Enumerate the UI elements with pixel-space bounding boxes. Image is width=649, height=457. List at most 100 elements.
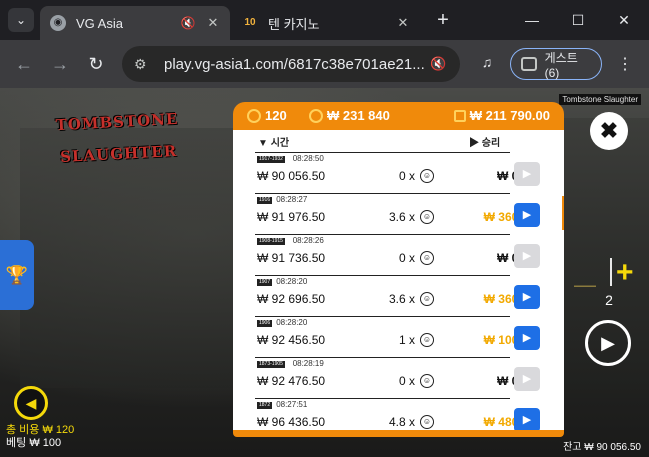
tab-vg-asia[interactable]: ◉ VG Asia 🔇 ✕ (40, 6, 230, 40)
scrollbar[interactable] (562, 196, 564, 230)
bet-summary: 총 비용 ₩ 120 베팅 ₩ 100 (6, 424, 74, 450)
history-row: 1873-190508:28:19₩ 92 476.500 x☺₩ 0.00▶ (255, 357, 545, 399)
multiplier: 3.6 x (388, 292, 415, 306)
multiplier: 0 x (398, 374, 415, 388)
time-column-header[interactable]: ▼ 시간 (258, 134, 289, 149)
total-amount-value: ₩ 231 840 (327, 108, 390, 123)
balance-amount: ₩ 91 736.50 (257, 251, 326, 265)
multiplier: 3.6 x (388, 210, 415, 224)
sound-button[interactable]: ◀ (14, 386, 48, 420)
smiley-coin-icon: ☺ (420, 333, 434, 347)
balance-amount: ₩ 90 056.50 (257, 169, 326, 183)
history-row: 1872 08:27:51 ₩ 96 436.50 4.8 x ☺ ₩ 480.00 ▶ (255, 398, 545, 430)
replay-button[interactable]: ▶ (514, 244, 540, 268)
globe-icon: ◉ (50, 15, 66, 31)
bet-value: ₩ 100 (29, 437, 62, 449)
row-separator (255, 193, 510, 194)
muted-site-icon[interactable]: 🔇 (430, 56, 448, 72)
smiley-coin-icon: ☺ (420, 374, 434, 388)
replay-button[interactable]: ▶ (514, 203, 540, 227)
round-range: 1873-1905 (257, 361, 285, 368)
person-card-icon (521, 57, 537, 71)
history-row: 1908-191508:28:26₩ 91 736.500 x☺₩ 0.00▶ (255, 234, 545, 276)
play-button[interactable]: ▶ (585, 320, 631, 366)
total-amount: ₩ 231 840 (309, 108, 390, 123)
round-time: 08:28:19 (292, 359, 324, 368)
win-column-header[interactable]: ▶ 승리 (469, 134, 500, 149)
minimize-icon[interactable]: — (522, 10, 542, 30)
column-headers: ▼ 시간 ▶ 승리 (233, 130, 564, 149)
balance-amount: ₩ 92 476.50 (257, 374, 326, 388)
play-icon: ▶ (601, 333, 615, 353)
speaker-icon: ◀ (25, 395, 37, 411)
jackpot-value: ₩ 211 790.00 (469, 108, 550, 123)
new-tab-button[interactable]: + (432, 10, 454, 32)
multiplier: 1 x (398, 333, 415, 347)
ten-favicon-icon: 10 (244, 17, 256, 28)
history-list[interactable]: ▼ 시간 ▶ 승리 1917-1932 08:28:50 ₩ 90 056.50 0 … (233, 130, 564, 430)
game-viewport: TOMBSTONE SLAUGHTER Tombstone Slaughter … (0, 88, 649, 457)
multiplier: 4.8 x (388, 415, 415, 429)
replay-button[interactable]: ▶ (514, 367, 540, 391)
round-time: 08:28:27 (276, 195, 308, 204)
multiplier: 0 x (398, 169, 415, 183)
trophy-icon: 🏆 (5, 265, 29, 285)
row-separator (255, 357, 510, 358)
decrease-button[interactable]: — (574, 272, 596, 298)
replay-button[interactable]: ▶ (514, 285, 540, 309)
tab-ten-casino[interactable]: 10 텐 카지노 ✕ (232, 6, 420, 40)
close-tab-icon[interactable]: ✕ (206, 15, 220, 31)
smiley-coin-icon: ☺ (420, 292, 434, 306)
smiley-coin-icon: ☺ (420, 251, 434, 265)
history-row: 1916 08:28:27 ₩ 91 976.50 3.6 x ☺ ₩ 360.00 ▶ (255, 193, 545, 235)
round-range: 1917-1932 (257, 156, 285, 163)
history-panel: 120 ₩ 231 840 ₩ 211 790.00 ▼ 시간 ▶ 승리 191… (233, 102, 564, 437)
round-time: 08:28:26 (292, 236, 324, 245)
tab-title: 텐 카지노 (268, 16, 320, 32)
balance: 잔고 ₩ 90 056.50 (563, 438, 641, 453)
address-bar[interactable]: ⚙ play.vg-asia1.com/6817c38e701ae21... 🔇 (122, 46, 460, 82)
bet-label: 베팅 (6, 437, 27, 449)
tab-search-button[interactable]: ⌄ (8, 8, 34, 32)
round-range: 1908-1915 (257, 238, 285, 245)
multiplier: 0 x (398, 251, 415, 265)
count-value: 2 (605, 292, 613, 308)
mute-icon[interactable]: 🔇 (180, 16, 196, 30)
profile-button[interactable]: 게스트(6) (510, 48, 602, 80)
round-range: 1906 (257, 320, 273, 327)
maximize-icon[interactable]: ☐ (568, 10, 588, 30)
increase-button[interactable]: + (616, 258, 634, 288)
lock-icon (453, 110, 466, 122)
smiley-coin-icon: ☺ (420, 415, 434, 429)
forward-icon[interactable]: → (48, 52, 72, 76)
trophy-button[interactable]: 🏆 (0, 240, 34, 310)
replay-button[interactable]: ▶ (514, 408, 540, 430)
browser-toolbar: ← → ↻ ⚙ play.vg-asia1.com/6817c38e701ae2… (0, 40, 649, 88)
close-history-button[interactable]: ✖ (590, 112, 628, 150)
replay-button[interactable]: ▶ (514, 326, 540, 350)
reload-icon[interactable]: ↻ (84, 52, 108, 76)
round-time: 08:28:20 (276, 318, 308, 327)
round-time: 08:28:20 (276, 277, 308, 286)
close-window-icon[interactable]: ✕ (614, 10, 634, 30)
row-separator (255, 234, 510, 235)
panel-header: 120 ₩ 231 840 ₩ 211 790.00 (233, 102, 564, 130)
close-tab-icon[interactable]: ✕ (396, 15, 410, 31)
more-menu-icon[interactable]: ⋮ (616, 54, 634, 76)
divider (610, 258, 612, 286)
round-range: 1872 (257, 402, 273, 409)
site-info-icon[interactable]: ⚙ (134, 56, 154, 73)
replay-button[interactable]: ▶ (514, 162, 540, 186)
row-separator (255, 275, 510, 276)
back-icon[interactable]: ← (12, 52, 36, 76)
panel-footer (233, 430, 564, 437)
tab-bar: ⌄ ◉ VG Asia 🔇 ✕ 10 텐 카지노 ✕ + — ☐ ✕ (0, 0, 649, 40)
bet-amount-value: 120 (265, 108, 287, 123)
total-cost-label: 총 비용 (6, 424, 40, 436)
media-control-icon[interactable]: ♫ (476, 54, 498, 74)
round-time: 08:27:51 (276, 400, 308, 409)
balance-amount: ₩ 92 696.50 (257, 292, 326, 306)
profile-label: 게스트(6) (544, 50, 578, 80)
round-time: 08:28:50 (292, 154, 324, 163)
round-range: 1916 (257, 197, 273, 204)
